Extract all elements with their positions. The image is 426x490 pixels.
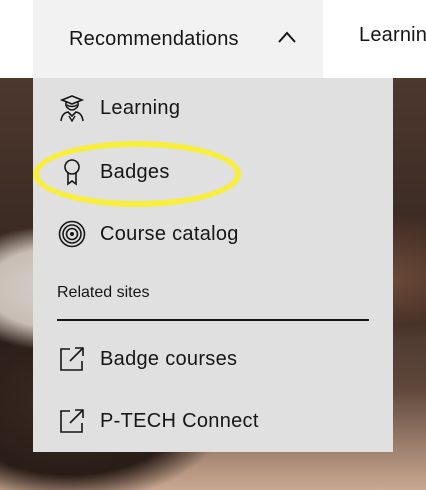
menu-item-ptech-connect[interactable]: P-TECH Connect: [33, 396, 393, 446]
section-divider: [57, 319, 369, 321]
recommendations-label: Recommendations: [69, 27, 239, 50]
menu-item-course-catalog[interactable]: Course catalog: [33, 209, 393, 259]
menu-item-label: Badges: [100, 160, 170, 183]
recommendations-dropdown: Learning Badges Course catalog Related s…: [33, 78, 393, 452]
external-link-icon: [60, 409, 84, 433]
target-icon: [58, 220, 86, 248]
nav-item-learning[interactable]: Learnin: [359, 24, 426, 47]
menu-item-label: Learning: [100, 96, 181, 119]
menu-item-label: P-TECH Connect: [100, 409, 259, 432]
recommendations-menu-button[interactable]: Recommendations: [33, 0, 323, 78]
learner-icon: [59, 95, 85, 122]
menu-item-label: Badge courses: [100, 347, 238, 370]
external-link-icon: [60, 347, 84, 371]
menu-item-label: Course catalog: [100, 222, 239, 245]
menu-item-badges[interactable]: Badges: [33, 147, 393, 197]
menu-item-learning[interactable]: Learning: [33, 83, 393, 133]
menu-item-badge-courses[interactable]: Badge courses: [33, 334, 393, 384]
top-navigation: Recommendations Learnin: [0, 0, 426, 78]
chevron-up-icon: [278, 31, 296, 43]
badge-icon: [64, 159, 80, 186]
related-sites-heading: Related sites: [57, 284, 150, 301]
